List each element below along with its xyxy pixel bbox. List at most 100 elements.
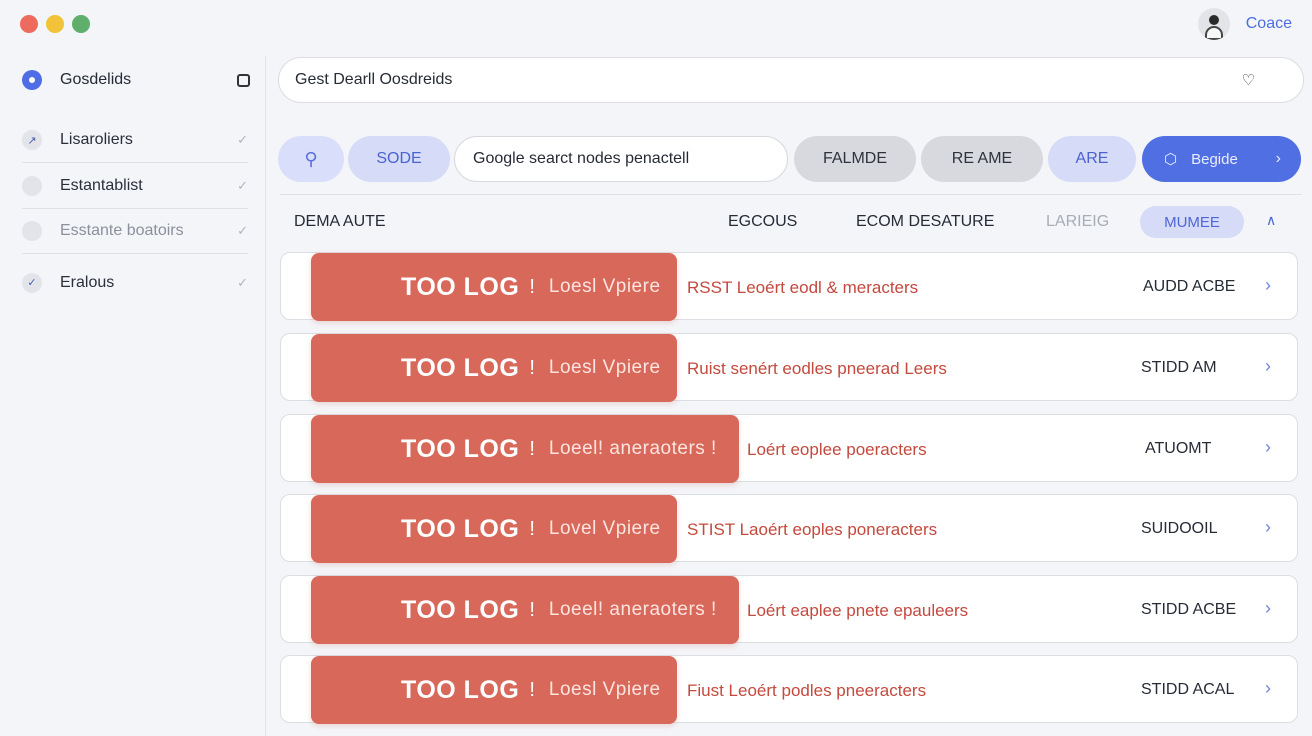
are-button[interactable]: ARE bbox=[1048, 136, 1136, 182]
table-row[interactable]: TOO LOG ! Loesl Vpiere RSST Leoért eodl … bbox=[280, 252, 1298, 321]
hexagon-icon: ⬡ bbox=[1164, 151, 1178, 168]
account-area: Coace bbox=[1197, 8, 1292, 40]
avatar-body bbox=[1204, 26, 1223, 40]
tag-exclamation: ! bbox=[529, 678, 535, 701]
query-input[interactable]: Google searct nodes penactell bbox=[454, 136, 788, 182]
row-status: ATUOMT bbox=[1145, 440, 1212, 457]
tag-exclamation: ! bbox=[529, 437, 535, 460]
row-status: STIDD AM bbox=[1141, 359, 1217, 376]
avatar[interactable] bbox=[1197, 8, 1230, 40]
tag-title: TOO LOG bbox=[401, 353, 520, 382]
chevron-right-icon: › bbox=[1275, 150, 1281, 167]
warning-tag: TOO LOG ! Loesl Vpiere bbox=[311, 656, 677, 724]
tag-title: TOO LOG bbox=[401, 272, 520, 301]
sidebar-item-eralous[interactable]: ✓ Eralous ✓ bbox=[22, 260, 248, 305]
tag-title: TOO LOG bbox=[401, 675, 520, 704]
chevron-right-icon[interactable]: › bbox=[1265, 275, 1271, 296]
begin-button-label: Begide bbox=[1191, 150, 1238, 168]
rename-button[interactable]: RE AME bbox=[921, 136, 1043, 182]
warning-tag: TOO LOG ! Loeel! anеraoters ! bbox=[311, 415, 739, 483]
chevron-right-icon[interactable]: › bbox=[1265, 598, 1271, 619]
lightbulb-button[interactable]: ⚲ bbox=[278, 136, 344, 182]
sidebar-item-label: Esstante boatoirs bbox=[60, 222, 184, 239]
sode-button[interactable]: SODE bbox=[348, 136, 450, 182]
begin-button[interactable]: ⬡ Begide › bbox=[1142, 136, 1301, 182]
tag-subtitle: Lovel Vpiere bbox=[548, 518, 661, 539]
column-header[interactable]: EGCOUS bbox=[728, 213, 797, 231]
filter-badge[interactable]: MUMEE bbox=[1140, 206, 1244, 238]
divider bbox=[280, 194, 1302, 195]
dot-icon bbox=[22, 221, 42, 241]
column-header[interactable]: DEMA AUTE bbox=[294, 213, 386, 231]
heart-icon[interactable]: ♡ bbox=[1242, 71, 1255, 89]
tag-exclamation: ! bbox=[529, 275, 535, 298]
chevron-right-icon[interactable]: › bbox=[1265, 517, 1271, 538]
tag-title: TOO LOG bbox=[401, 434, 520, 463]
checkmark-icon: ✓ bbox=[237, 178, 248, 193]
table-row[interactable]: TOO LOG ! Loesl Vpiere Fiust Leoért podl… bbox=[280, 655, 1298, 724]
table-row[interactable]: TOO LOG ! Lovel Vpiere STIST Laoért eopl… bbox=[280, 494, 1298, 563]
tag-subtitle: Loesl Vpiere bbox=[548, 679, 661, 700]
window-toggle-icon[interactable] bbox=[237, 73, 250, 87]
chevron-right-icon[interactable]: › bbox=[1265, 437, 1271, 458]
sidebar-item-lisaroliers[interactable]: ↗ Lisaroliers ✓ bbox=[22, 118, 248, 163]
tag-exclamation: ! bbox=[529, 598, 535, 621]
trend-icon: ↗ bbox=[22, 130, 42, 150]
tag-subtitle: Loeel! aneraoters ! bbox=[548, 599, 717, 620]
minimize-window-button[interactable] bbox=[46, 15, 64, 33]
dot-icon bbox=[22, 176, 42, 196]
close-window-button[interactable] bbox=[20, 15, 38, 33]
table-row[interactable]: TOO LOG ! Loeel! aneraoters ! Loért eapl… bbox=[280, 575, 1298, 644]
user-name-link[interactable]: Coace bbox=[1246, 15, 1292, 33]
row-description: Loért eaplee pnete epaulеers bbox=[747, 601, 969, 620]
sidebar-item-label: Estantablist bbox=[60, 177, 143, 194]
search-input[interactable]: Gest Dearll Oosdreids bbox=[295, 71, 1253, 89]
warning-tag: TOO LOG ! Lovel Vpiere bbox=[311, 495, 677, 563]
lightbulb-icon: ⚲ bbox=[304, 148, 318, 169]
row-status: STIDD ACAL bbox=[1141, 681, 1235, 698]
tag-subtitle: Loeel! anеraoters ! bbox=[548, 438, 717, 459]
row-status: AUDD ACBE bbox=[1143, 278, 1236, 295]
sidebar-item-estantablist[interactable]: Estantablist ✓ bbox=[22, 164, 248, 209]
checkmark-icon: ✓ bbox=[237, 132, 248, 147]
chevron-right-icon[interactable]: › bbox=[1265, 356, 1271, 377]
sidebar-item-label: Lisaroliers bbox=[60, 131, 133, 148]
tag-subtitle: Loesl Vpiere bbox=[548, 276, 661, 297]
row-description: Fiust Leoért podles pneeracters bbox=[687, 681, 927, 700]
table-row[interactable]: TOO LOG ! Loeel! anеraoters ! Loért eopl… bbox=[280, 414, 1298, 483]
zoom-window-button[interactable] bbox=[72, 15, 90, 33]
row-status: STIDD ACBE bbox=[1141, 601, 1237, 618]
row-description: STIST Laoért eoples poneracters bbox=[687, 520, 938, 539]
tag-exclamation: ! bbox=[529, 356, 535, 379]
sidebar-header: Gosdelids bbox=[22, 69, 250, 91]
sidebar-item-label: Eralous bbox=[60, 273, 115, 291]
tag-title: TOO LOG bbox=[401, 595, 520, 624]
column-header[interactable]: ECOM DESATURE bbox=[856, 213, 994, 231]
warning-tag: TOO LOG ! Loesl Vpiere bbox=[311, 253, 677, 321]
falmde-button[interactable]: FALMDE bbox=[794, 136, 916, 182]
check-icon: ✓ bbox=[22, 272, 42, 293]
column-header[interactable]: LARIEIG bbox=[1046, 213, 1109, 231]
sidebar-item-esstante-boatoirs[interactable]: Esstante boatoirs ✓ bbox=[22, 209, 248, 254]
chevron-up-icon[interactable]: ∧ bbox=[1266, 212, 1276, 229]
search-bar[interactable]: Gest Dearll Oosdreids ♡ bbox=[278, 57, 1304, 103]
toolbar: ⚲ SODE Google searct nodes penactell FAL… bbox=[278, 136, 1302, 182]
tag-subtitle: Loesl Vpiere bbox=[548, 357, 661, 378]
warning-tag: TOO LOG ! Loeel! aneraoters ! bbox=[311, 576, 739, 644]
tag-exclamation: ! bbox=[529, 517, 535, 540]
tag-title: TOO LOG bbox=[401, 514, 520, 543]
table-row[interactable]: TOO LOG ! Loesl Vpiere Ruist senért eodl… bbox=[280, 333, 1298, 402]
row-description: Loért eoplee poeracters bbox=[747, 440, 927, 459]
row-description: RSST Leoért eodl & meracters bbox=[687, 278, 919, 297]
row-description: Ruist senért eodles pnеerad Leers bbox=[687, 359, 947, 378]
checkmark-icon: ✓ bbox=[237, 223, 248, 238]
sidebar: Gosdelids ↗ Lisaroliers ✓ Estantablist ✓… bbox=[0, 56, 266, 736]
window-controls bbox=[20, 15, 90, 33]
avatar-head bbox=[1208, 15, 1219, 25]
row-status: SUIDOOIL bbox=[1141, 520, 1218, 537]
sidebar-title: Gosdelids bbox=[60, 71, 132, 88]
warning-tag: TOO LOG ! Loesl Vpiere bbox=[311, 334, 677, 402]
app-logo-icon bbox=[22, 70, 42, 90]
checkmark-icon: ✓ bbox=[237, 274, 248, 290]
chevron-right-icon[interactable]: › bbox=[1265, 678, 1271, 699]
